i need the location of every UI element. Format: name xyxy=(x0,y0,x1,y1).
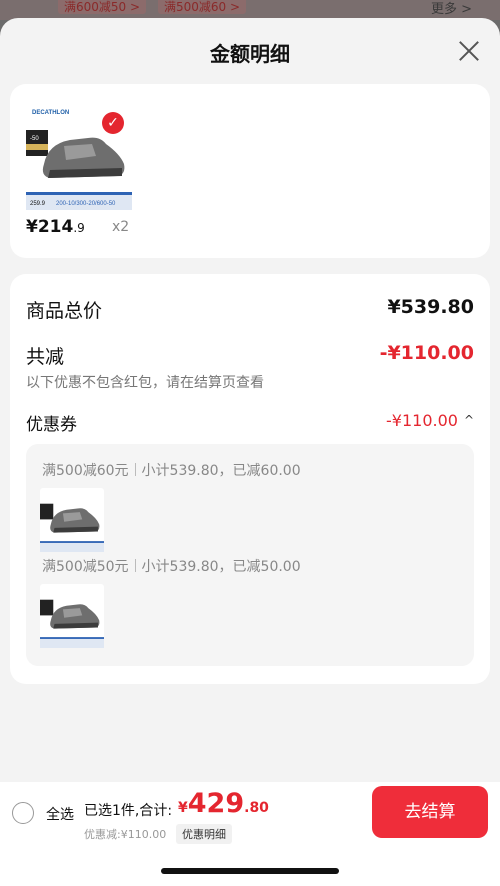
chevron-up-icon[interactable]: ^ xyxy=(464,413,474,427)
checked-icon[interactable]: ✓ xyxy=(102,112,124,134)
coupon-product-image xyxy=(40,488,104,552)
close-icon[interactable] xyxy=(458,40,480,62)
coupon-rule: 满500减50元 xyxy=(42,559,129,575)
reduce-label: 共减 xyxy=(26,346,65,368)
amount-detail-card: 商品总价 ¥539.80 共减 -¥110.00 以下优惠不包含红包，请在结算页… xyxy=(10,274,490,684)
coupon-row[interactable]: 优惠券 -¥110.00 ^ xyxy=(26,410,474,435)
discount-detail-button[interactable]: 优惠明细 xyxy=(176,824,232,844)
reduce-value: -¥110.00 xyxy=(379,342,474,364)
coupon-detail-box: 满500减60元 小计539.80，已减60.00 满500减50元 小计539.8… xyxy=(26,444,474,666)
total-value: ¥539.80 xyxy=(387,296,474,318)
product-price: ¥214.9 xyxy=(26,217,85,237)
home-indicator xyxy=(161,868,339,874)
svg-text:259.9: 259.9 xyxy=(30,201,46,207)
selected-summary-label: 已选1件,合计: xyxy=(84,803,173,819)
coupon-amount: -¥110.00 xyxy=(386,411,458,430)
bg-more-link: 更多 > xyxy=(430,2,472,17)
background-page-strip: 满600减50 > 满500减60 > 更多 > xyxy=(0,0,500,20)
coupon-detail: 小计539.80，已减50.00 xyxy=(141,559,301,575)
shoe-image xyxy=(40,503,104,552)
bg-coupon-chip: 满600减50 > xyxy=(58,0,147,14)
price-dec: .9 xyxy=(73,221,85,235)
coupon-line: 满500减60元 小计539.80，已减60.00 xyxy=(42,460,301,480)
svg-text:-50: -50 xyxy=(30,136,39,142)
currency: ¥ xyxy=(178,800,188,816)
reduce-note: 以下优惠不包含红包，请在结算页查看 xyxy=(26,375,264,391)
coupon-value: -¥110.00 ^ xyxy=(386,411,474,430)
sheet-header: 金额明细 xyxy=(0,18,500,82)
divider xyxy=(134,463,136,476)
total-amount: ¥429.80 xyxy=(178,788,269,819)
product-card: DECATHLON -50 259.9 200-10/300-20/600-50… xyxy=(10,84,490,258)
coupon-product-image xyxy=(40,584,104,648)
coupon-line: 满500减50元 小计539.80，已减50.00 xyxy=(42,556,301,576)
total-row: 商品总价 ¥539.80 xyxy=(26,296,474,324)
total-label: 商品总价 xyxy=(26,300,103,322)
price-int: ¥214 xyxy=(26,217,74,237)
sheet-title: 金额明细 xyxy=(210,42,290,66)
svg-text:200-10/300-20/600-50: 200-10/300-20/600-50 xyxy=(56,201,116,207)
checkout-bar: 全选 已选1件,合计: ¥429.80 优惠减:¥110.00 优惠明细 去结算 xyxy=(0,782,500,886)
amount-int: 429 xyxy=(187,788,245,819)
bg-coupon-chip: 满500减60 > xyxy=(158,0,247,14)
divider xyxy=(134,559,136,572)
reduce-row: 共减 -¥110.00 xyxy=(26,342,474,370)
coupon-label: 优惠券 xyxy=(26,415,77,435)
amount-detail-sheet: 金额明细 DECATHLON -50 259.9 200-10/300-20/6… xyxy=(0,18,500,886)
amount-dec: .80 xyxy=(244,800,269,816)
shoe-image xyxy=(40,599,104,648)
checkout-button[interactable]: 去结算 xyxy=(372,786,488,838)
coupon-rule: 满500减60元 xyxy=(42,463,129,479)
product-qty: x2 xyxy=(112,219,130,235)
coupon-detail: 小计539.80，已减60.00 xyxy=(141,463,301,479)
svg-text:DECATHLON: DECATHLON xyxy=(32,110,69,116)
select-all-label[interactable]: 全选 xyxy=(46,804,74,824)
discount-label: 优惠减:¥110.00 xyxy=(84,828,167,841)
select-all-radio[interactable] xyxy=(12,802,34,824)
